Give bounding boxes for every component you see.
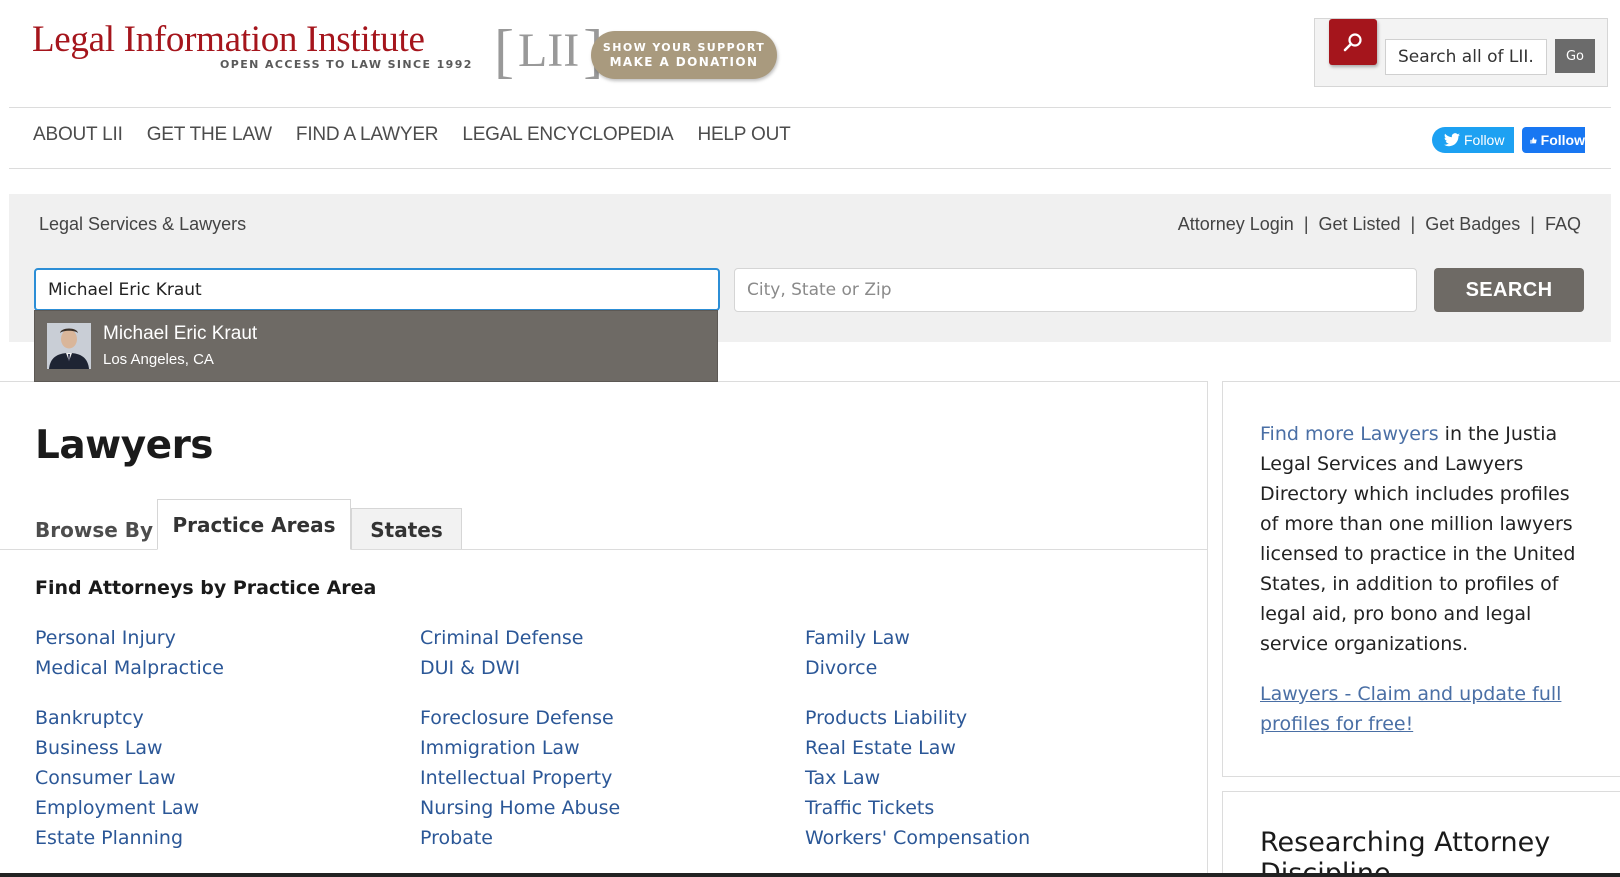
facebook-follow-button[interactable]: Follow <box>1522 127 1585 153</box>
lawyer-name-input[interactable] <box>34 268 720 311</box>
twitter-icon <box>1444 133 1460 147</box>
practice-area-link[interactable]: Nursing Home Abuse <box>420 793 620 823</box>
sidebar-description-text: in the Justia Legal Services and Lawyers… <box>1260 423 1576 655</box>
main-nav: ABOUT LII GET THE LAW FIND A LAWYER LEGA… <box>33 124 791 146</box>
practice-area-link[interactable]: Business Law <box>35 733 224 763</box>
practice-area-link[interactable]: Foreclosure Defense <box>420 703 620 733</box>
practice-area-link[interactable]: Tax Law <box>805 763 1030 793</box>
location-input[interactable] <box>734 268 1417 312</box>
suggestion-location: Los Angeles, CA <box>103 351 214 368</box>
browse-by-label: Browse By <box>35 518 154 542</box>
search-button[interactable]: SEARCH <box>1434 268 1584 312</box>
sidebar-description: Find more Lawyers in the Justia Legal Se… <box>1260 419 1590 659</box>
practice-area-link[interactable]: Family Law <box>805 623 1030 653</box>
window-bottom-edge <box>0 873 1620 877</box>
suggestion-name: Michael Eric Kraut <box>103 323 258 344</box>
avatar <box>47 323 91 369</box>
lii-logo-mark[interactable]: [ LII ] <box>494 18 603 84</box>
header-divider <box>9 107 1611 108</box>
lii-search-box: Go <box>1314 18 1608 87</box>
twitter-follow-button[interactable]: Follow <box>1432 127 1514 153</box>
separator: | <box>1303 214 1309 234</box>
practice-area-column-2: Criminal Defense DUI & DWI Foreclosure D… <box>420 623 620 853</box>
band-links: Attorney Login | Get Listed | Get Badges… <box>1178 214 1581 235</box>
get-badges-link[interactable]: Get Badges <box>1425 214 1520 235</box>
nav-divider <box>9 168 1611 169</box>
attorney-login-link[interactable]: Attorney Login <box>1178 214 1294 235</box>
practice-area-link[interactable]: Consumer Law <box>35 763 224 793</box>
practice-area-link[interactable]: Probate <box>420 823 620 853</box>
page-title: Lawyers <box>35 423 214 468</box>
logo-tagline: OPEN ACCESS TO LAW SINCE 1992 <box>220 58 473 71</box>
band-title: Legal Services & Lawyers <box>39 214 247 234</box>
get-listed-link[interactable]: Get Listed <box>1319 214 1401 235</box>
separator: | <box>1530 214 1535 234</box>
tab-states[interactable]: States <box>351 508 462 550</box>
practice-area-link[interactable]: Estate Planning <box>35 823 224 853</box>
claim-profile-link[interactable]: Lawyers - Claim and update full profiles… <box>1260 679 1590 739</box>
practice-area-link[interactable]: Traffic Tickets <box>805 793 1030 823</box>
nav-legal-encyclopedia[interactable]: LEGAL ENCYCLOPEDIA <box>462 124 673 146</box>
twitter-follow-label: Follow <box>1464 132 1505 148</box>
practice-area-link[interactable]: Personal Injury <box>35 623 224 653</box>
practice-area-link[interactable]: Bankruptcy <box>35 703 224 733</box>
practice-area-link[interactable]: Intellectual Property <box>420 763 620 793</box>
practice-area-column-1: Personal Injury Medical Malpractice Bank… <box>35 623 224 853</box>
nav-about-lii[interactable]: ABOUT LII <box>33 124 123 146</box>
nav-help-out[interactable]: HELP OUT <box>697 124 790 146</box>
donate-line1: SHOW YOUR SUPPORT <box>602 40 766 54</box>
practice-area-link[interactable]: Immigration Law <box>420 733 620 763</box>
thumbs-up-icon <box>1530 136 1537 144</box>
faq-link[interactable]: FAQ <box>1545 214 1581 235</box>
find-more-lawyers-link[interactable]: Find more Lawyers <box>1260 423 1439 445</box>
social-buttons: Follow Follow <box>1432 127 1585 153</box>
go-button[interactable]: Go <box>1555 39 1595 73</box>
nav-get-the-law[interactable]: GET THE LAW <box>147 124 272 146</box>
practice-area-link[interactable]: Employment Law <box>35 793 224 823</box>
practice-area-link[interactable]: Workers' Compensation <box>805 823 1030 853</box>
nav-find-a-lawyer[interactable]: FIND A LAWYER <box>296 124 439 146</box>
practice-area-link[interactable]: Products Liability <box>805 703 1030 733</box>
practice-area-link[interactable]: Real Estate Law <box>805 733 1030 763</box>
practice-area-link[interactable]: Divorce <box>805 653 1030 683</box>
section-title: Find Attorneys by Practice Area <box>35 577 377 599</box>
donate-button[interactable]: SHOW YOUR SUPPORT MAKE A DONATION <box>591 31 777 79</box>
bracket-left: [ <box>494 18 514 84</box>
logo-mark-text: LII <box>517 24 580 77</box>
research-title: Researching Attorney <box>1260 827 1551 858</box>
site-header: Legal Information Institute OPEN ACCESS … <box>0 0 1620 108</box>
tab-practice-areas[interactable]: Practice Areas <box>157 499 351 550</box>
practice-area-link[interactable]: DUI & DWI <box>420 653 620 683</box>
lii-search-input[interactable] <box>1385 39 1547 75</box>
logo-title: Legal Information Institute <box>32 19 425 60</box>
practice-area-link[interactable]: Medical Malpractice <box>35 653 224 683</box>
facebook-follow-label: Follow <box>1540 132 1585 148</box>
donate-line2: MAKE A DONATION <box>609 54 759 69</box>
practice-area-link[interactable]: Criminal Defense <box>420 623 620 653</box>
search-icon[interactable] <box>1329 19 1377 65</box>
practice-area-column-3: Family Law Divorce Products Liability Re… <box>805 623 1030 853</box>
autocomplete-suggestion[interactable]: Michael Eric Kraut Los Angeles, CA <box>34 310 718 382</box>
separator: | <box>1410 214 1416 234</box>
lii-logo[interactable]: Legal Information Institute OPEN ACCESS … <box>32 18 482 78</box>
